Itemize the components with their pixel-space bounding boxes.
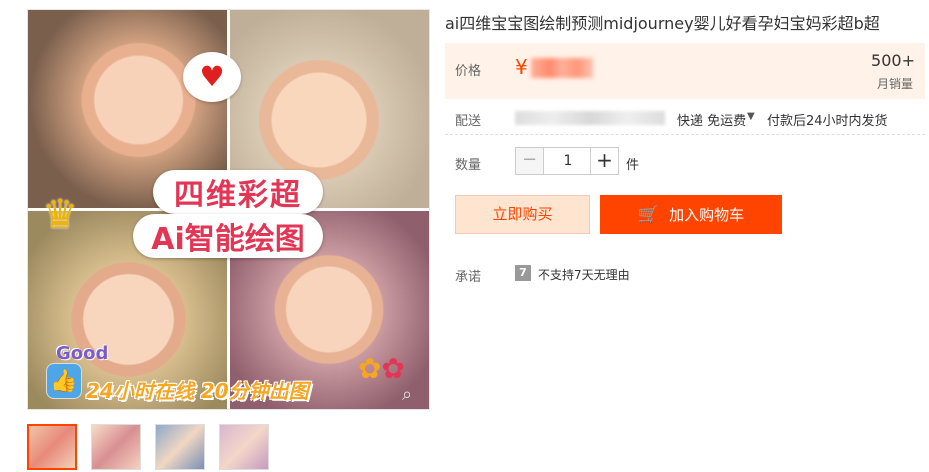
quantity-input[interactable]: 1	[544, 148, 592, 174]
crown-icon: ♛	[42, 192, 78, 238]
image-bottom-text: 24小时在线 20分钟出图	[86, 379, 309, 403]
quantity-unit: 件	[626, 158, 640, 173]
good-sticker-text: Good	[56, 343, 109, 364]
tulip-icon: ✿✿	[358, 352, 405, 385]
buy-now-button[interactable]: 立即购买	[455, 195, 590, 234]
thumbnail[interactable]	[155, 424, 205, 470]
currency-symbol: ¥	[515, 55, 528, 79]
shipping-row: 配送 快递 免运费 ▼ 付款后24小时内发货	[445, 108, 925, 135]
image-banner-line2: Ai智能绘图	[133, 214, 323, 258]
dispatch-time: 付款后24小时内发货	[767, 114, 888, 129]
cart-icon: 🛒	[637, 204, 660, 225]
zoom-icon[interactable]: ⌕	[402, 384, 424, 406]
product-title: ai四维宝宝图绘制预测midjourney婴儿好看孕妇宝妈彩超b超	[445, 14, 880, 33]
caret-down-icon[interactable]: ▼	[747, 111, 755, 122]
main-product-image[interactable]: ♥ ♛ 四维彩超 Ai智能绘图 Good 👍 ✿✿ 24小时在线 20分钟出图 …	[27, 9, 430, 410]
shipping-origin-redacted	[515, 111, 665, 125]
thumbnail[interactable]	[91, 424, 141, 470]
monthly-sales-count: 500+	[871, 51, 915, 70]
no-return-icon: 7	[515, 265, 531, 281]
promise-label: 承诺	[455, 270, 482, 285]
price-panel: 价格 ¥ 500+ 月销量	[445, 43, 925, 99]
quantity-label: 数量	[455, 158, 482, 173]
heart-icon: ♥	[183, 52, 241, 102]
promise-text: 不支持7天无理由	[538, 268, 630, 282]
add-to-cart-button[interactable]: 🛒 加入购物车	[600, 195, 782, 234]
add-to-cart-label: 加入购物车	[669, 206, 745, 224]
price-label: 价格	[455, 64, 482, 79]
quantity-increase-button[interactable]: +	[590, 148, 618, 174]
shipping-method[interactable]: 快递 免运费	[677, 110, 746, 129]
quantity-decrease-button[interactable]: −	[516, 148, 544, 174]
quantity-stepper: − 1 +	[515, 147, 619, 175]
price-value-redacted	[531, 58, 593, 78]
shipping-label: 配送	[455, 114, 482, 129]
thumbnail[interactable]	[219, 424, 269, 470]
image-banner-line1: 四维彩超	[153, 170, 323, 214]
thumbs-up-icon: 👍	[46, 363, 82, 399]
thumbnail[interactable]	[27, 424, 77, 470]
monthly-sales-label: 月销量	[876, 77, 913, 91]
